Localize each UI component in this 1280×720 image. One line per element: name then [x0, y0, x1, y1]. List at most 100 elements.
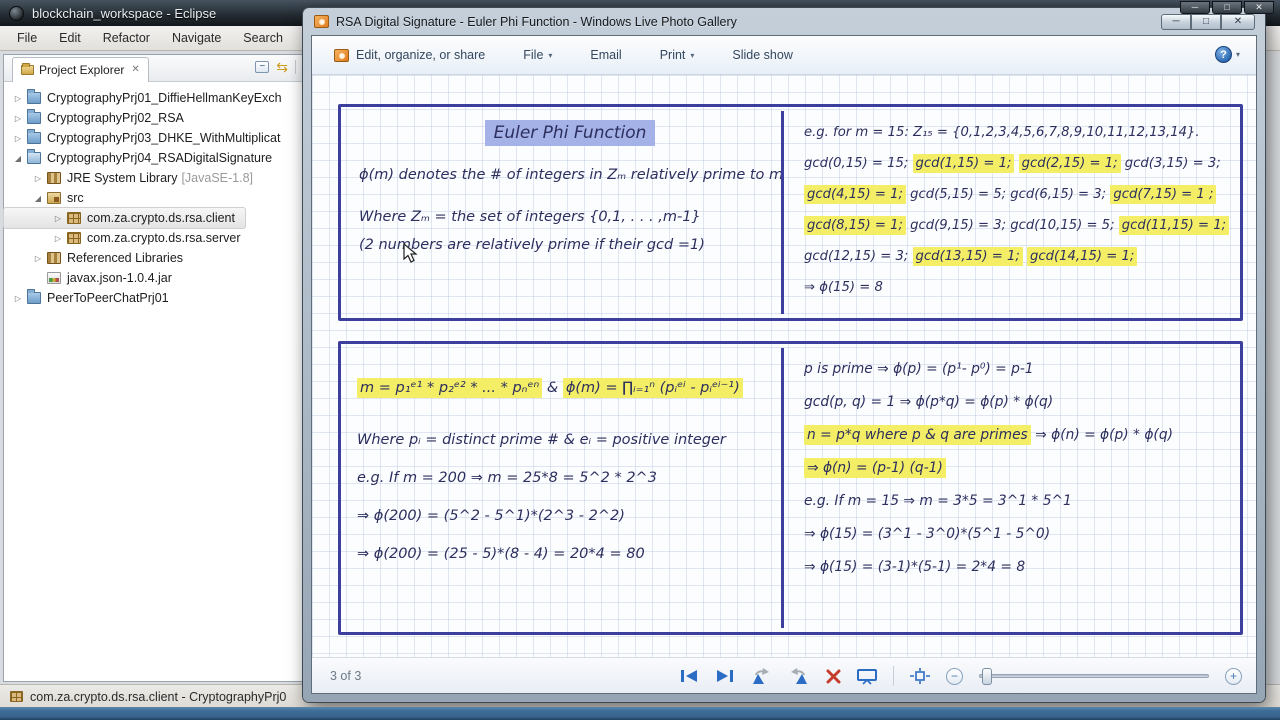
statusbar-text: com.za.crypto.ds.rsa.client - Cryptograp…: [30, 690, 286, 704]
handwritten-text: ⇒ ϕ(n) = ϕ(p) * ϕ(q): [1031, 427, 1173, 443]
handwritten-text: e.g. If m = 15 ⇒ m = 3*5 = 3^1 * 5^1: [804, 493, 1072, 509]
link-with-editor-icon[interactable]: ⇆: [276, 61, 288, 73]
tree-expand-arrow[interactable]: ▷: [52, 214, 64, 223]
jar-icon: [47, 272, 61, 284]
next-icon[interactable]: [715, 669, 734, 683]
menu-print[interactable]: Print▾: [660, 48, 695, 62]
gallery-maximize-button[interactable]: □: [1191, 14, 1221, 30]
menu-edit[interactable]: Edit: [50, 28, 90, 48]
tree-expand-arrow[interactable]: ◢: [32, 194, 44, 203]
handwritten-line: gcd(4,15) = 1; gcd(5,15) = 5; gcd(6,15) …: [804, 186, 1240, 204]
project-explorer-panel: Project Explorer ✕ − ⇆ ▷CryptographyPrj0…: [3, 54, 303, 682]
collapse-all-icon[interactable]: −: [255, 61, 269, 73]
handwritten-text: e.g. If m = 200 ⇒ m = 25*8 = 5^2 * 2^3: [357, 470, 657, 486]
handwritten-line: m = p₁ᵉ¹ * p₂ᵉ² * ... * pₙᵉⁿ & ϕ(m) = ∏ᵢ…: [357, 380, 781, 396]
zoom-slider[interactable]: [979, 674, 1209, 678]
tree-expand-arrow[interactable]: ▷: [12, 114, 24, 123]
tree-expand-arrow[interactable]: ▷: [12, 94, 24, 103]
menu-file[interactable]: File: [8, 28, 46, 48]
notes-bottom-box: m = p₁ᵉ¹ * p₂ᵉ² * ... * pₙᵉⁿ & ϕ(m) = ∏ᵢ…: [338, 341, 1243, 635]
folder-icon: [27, 132, 41, 144]
tree-expand-arrow[interactable]: ▷: [52, 234, 64, 243]
handwritten-text: [1014, 156, 1018, 171]
tree-item[interactable]: ◢src: [4, 188, 302, 208]
handwritten-text: m = p₁ᵉ¹ * p₂ᵉ² * ... * pₙᵉⁿ: [357, 378, 542, 398]
gallery-close-button[interactable]: ✕: [1221, 14, 1255, 30]
delete-icon[interactable]: [826, 669, 841, 684]
handwritten-text: e.g. for m = 15: Z₁₅ = {0,1,2,3,4,5,6,7,…: [804, 125, 1200, 140]
menu-email[interactable]: Email: [590, 48, 621, 62]
rotate-left-icon[interactable]: [750, 668, 772, 685]
notes-divider: [781, 111, 784, 314]
handwritten-text: p is prime ⇒ ϕ(p) = (p¹- p⁰) = p-1: [804, 361, 1034, 377]
tree-item[interactable]: ▷Referenced Libraries: [4, 248, 302, 268]
handwritten-line: ⇒ ϕ(200) = (5^2 - 5^1)*(2^3 - 2^2): [357, 508, 781, 524]
handwritten-text: ϕ(m) denotes the # of integers in Zₘ rel…: [359, 167, 781, 183]
handwritten-text: gcd(p, q) = 1 ⇒ ϕ(p*q) = ϕ(p) * ϕ(q): [804, 394, 1053, 410]
project-tree: ▷CryptographyPrj01_DiffieHellmanKeyExch▷…: [4, 82, 302, 308]
gallery-toolbar: Edit, organize, or share File▾ Email Print…: [312, 36, 1256, 75]
tree-item[interactable]: javax.json-1.0.4.jar: [4, 268, 302, 288]
lib-icon: [47, 252, 61, 264]
handwritten-line: gcd(p, q) = 1 ⇒ ϕ(p*q) = ϕ(p) * ϕ(q): [804, 393, 1240, 412]
photo-canvas[interactable]: Euler Phi Functionϕ(m) denotes the # of …: [312, 75, 1256, 657]
tree-item[interactable]: ▷CryptographyPrj02_RSA: [4, 108, 302, 128]
handwritten-text: gcd(7,15) = 1 ;: [1110, 185, 1216, 204]
tab-project-explorer[interactable]: Project Explorer ✕: [12, 57, 149, 82]
slideshow-icon[interactable]: [857, 668, 877, 685]
tree-item[interactable]: ▷CryptographyPrj03_DHKE_WithMultiplicat: [4, 128, 302, 148]
gallery-body: Edit, organize, or share File▾ Email Print…: [311, 35, 1257, 694]
video-progress-bar[interactable]: [0, 707, 1280, 720]
tree-item[interactable]: ▷JRE System Library[JavaSE-1.8]: [4, 168, 302, 188]
menu-file[interactable]: File▾: [523, 48, 552, 62]
gallery-titlebar[interactable]: RSA Digital Signature - Euler Phi Functi…: [303, 8, 1265, 35]
tree-item[interactable]: ◢CryptographyPrj04_RSADigitalSignature: [4, 148, 302, 168]
edit-organize-share-button[interactable]: Edit, organize, or share: [334, 48, 485, 62]
help-icon[interactable]: ?: [1215, 46, 1232, 63]
tree-item-label: com.za.crypto.ds.rsa.client: [87, 211, 235, 225]
zoom-in-button[interactable]: +: [1225, 668, 1242, 685]
handwritten-text: ⇒ ϕ(15) = (3^1 - 3^0)*(5^1 - 5^0): [804, 526, 1050, 542]
tree-item[interactable]: ▷com.za.crypto.ds.rsa.server: [4, 228, 302, 248]
eclipse-close-button[interactable]: ✕: [1244, 1, 1274, 14]
chevron-down-icon: ▾: [690, 51, 694, 60]
menu-slide-show[interactable]: Slide show: [732, 48, 792, 62]
tree-item-label: CryptographyPrj01_DiffieHellmanKeyExch: [47, 91, 282, 105]
zoom-out-button[interactable]: −: [946, 668, 963, 685]
project-explorer-header: Project Explorer ✕ − ⇆: [4, 55, 302, 82]
explorer-folder-icon: [21, 65, 34, 75]
handwritten-text: ⇒ ϕ(15) = (3-1)*(5-1) = 2*4 = 8: [804, 559, 1025, 575]
menu-refactor[interactable]: Refactor: [94, 28, 159, 48]
handwritten-text: gcd(12,15) = 3;: [804, 249, 913, 264]
menu-search[interactable]: Search: [234, 28, 292, 48]
gallery-bottombar: 3 of 3: [312, 657, 1256, 693]
tree-expand-arrow[interactable]: ▷: [32, 254, 44, 263]
eclipse-maximize-button[interactable]: □: [1212, 1, 1242, 14]
tree-item[interactable]: ▷PeerToPeerChatPrj01: [4, 288, 302, 308]
fit-to-window-icon[interactable]: [910, 668, 930, 684]
tab-close-icon[interactable]: ✕: [131, 64, 139, 75]
menu-navigate[interactable]: Navigate: [163, 28, 230, 48]
help-menu[interactable]: ? ▾: [1215, 46, 1240, 63]
notes-divider: [781, 348, 784, 628]
java-package-icon: [10, 691, 23, 702]
handwritten-text: gcd(5,15) = 5; gcd(6,15) = 3;: [906, 187, 1110, 202]
zoom-slider-thumb[interactable]: [982, 668, 992, 685]
folder-icon: [27, 292, 41, 304]
handwritten-line: (2 numbers are relatively prime if their…: [359, 237, 781, 253]
handwritten-line: e.g. If m = 15 ⇒ m = 3*5 = 3^1 * 5^1: [804, 492, 1240, 511]
tree-expand-arrow[interactable]: ▷: [32, 174, 44, 183]
package-icon: [67, 232, 81, 244]
tree-expand-arrow[interactable]: ◢: [12, 154, 24, 163]
handwritten-line: ⇒ ϕ(15) = (3-1)*(5-1) = 2*4 = 8: [804, 558, 1240, 577]
previous-icon[interactable]: [680, 669, 699, 683]
tree-item[interactable]: ▷ CryptographyPrj01_DiffieHellmanKeyExch: [4, 88, 302, 108]
eclipse-minimize-button[interactable]: ─: [1180, 1, 1210, 14]
tree-item[interactable]: ▷ com.za.crypto.ds.rsa.client: [4, 208, 245, 228]
gallery-minimize-button[interactable]: ─: [1161, 14, 1191, 30]
rotate-right-icon[interactable]: [788, 668, 810, 685]
tree-expand-arrow[interactable]: ▷: [12, 134, 24, 143]
package-icon: [67, 212, 81, 224]
tab-label: Project Explorer: [39, 63, 124, 77]
tree-expand-arrow[interactable]: ▷: [12, 294, 24, 303]
